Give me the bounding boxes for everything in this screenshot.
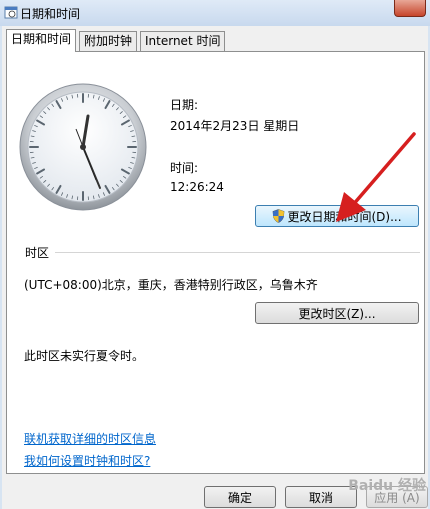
ok-button[interactable]: 确定 xyxy=(204,486,276,508)
close-button[interactable] xyxy=(394,0,426,17)
timezone-section-label: 时区 xyxy=(25,246,50,260)
tab-additional-clocks[interactable]: 附加时钟 xyxy=(79,31,138,51)
timezone-divider xyxy=(55,252,420,253)
time-value: 12:26:24 xyxy=(170,180,224,194)
how-to-set-clock-link[interactable]: 我如何设置时钟和时区? xyxy=(24,452,150,469)
cancel-button[interactable]: 取消 xyxy=(285,486,357,508)
window-title: 日期和时间 xyxy=(20,7,81,21)
change-timezone-label: 更改时区(Z)... xyxy=(298,306,376,321)
online-timezone-info-link[interactable]: 联机获取详细的时区信息 xyxy=(24,430,156,447)
change-timezone-button[interactable]: 更改时区(Z)... xyxy=(255,302,419,324)
date-value: 2014年2月23日 星期日 xyxy=(170,119,300,133)
date-label: 日期: xyxy=(170,98,199,112)
dst-note: 此时区未实行夏令时。 xyxy=(24,349,145,363)
tab-internet-time[interactable]: Internet 时间 xyxy=(140,31,226,51)
uac-shield-icon xyxy=(273,209,285,223)
time-label: 时间: xyxy=(170,161,199,175)
timezone-value: (UTC+08:00)北京，重庆，香港特别行政区，乌鲁木齐 xyxy=(24,278,318,292)
watermark: Baidu 经验 xyxy=(348,478,426,494)
analog-clock xyxy=(19,83,147,211)
clock-calendar-icon xyxy=(4,6,18,19)
change-date-time-button[interactable]: 更改日期和时间(D)... xyxy=(255,205,419,227)
tab-date-time[interactable]: 日期和时间 xyxy=(6,29,77,52)
change-date-time-label: 更改日期和时间(D)... xyxy=(287,209,402,224)
title-bar: 日期和时间 xyxy=(0,0,430,26)
